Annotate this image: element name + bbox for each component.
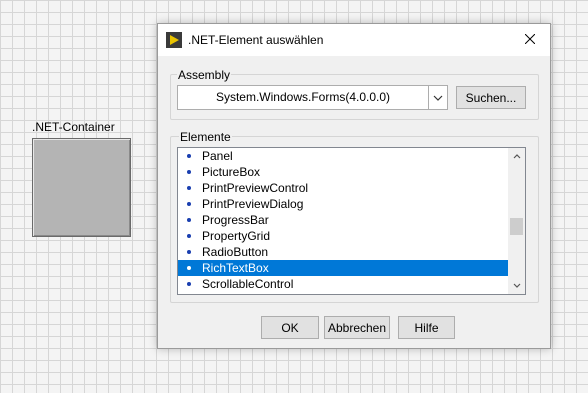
assembly-value: System.Windows.Forms(4.0.0.0) — [215, 90, 391, 104]
bullet-icon — [187, 186, 191, 190]
list-item-label: PrintPreviewControl — [202, 181, 309, 195]
list-item-label: ScrollableControl — [202, 277, 294, 291]
bullet-icon — [187, 218, 191, 222]
list-item-label: PrintPreviewDialog — [202, 197, 304, 211]
bullet-icon — [187, 250, 191, 254]
app-icon — [166, 32, 182, 48]
help-button[interactable]: Hilfe — [398, 316, 455, 339]
bullet-icon — [187, 282, 191, 286]
search-button[interactable]: Suchen... — [456, 86, 526, 109]
close-button[interactable] — [510, 24, 550, 56]
list-item[interactable]: RadioButton — [178, 244, 508, 260]
list-item[interactable]: Panel — [178, 148, 508, 164]
elements-list: Panel PictureBox PrintPreviewControl PrintP… — [178, 148, 508, 292]
select-net-element-dialog: .NET-Element auswählen Assembly System.W… — [157, 23, 551, 349]
ok-button[interactable]: OK — [261, 316, 319, 339]
bullet-icon — [187, 202, 191, 206]
net-container-control[interactable] — [32, 138, 131, 237]
bullet-icon — [187, 170, 191, 174]
list-item-label: PropertyGrid — [202, 229, 271, 243]
list-item[interactable]: PropertyGrid — [178, 228, 508, 244]
list-item[interactable]: PrintPreviewControl — [178, 180, 508, 196]
list-item-label: PictureBox — [202, 165, 261, 179]
bullet-icon — [187, 154, 191, 158]
list-item-label: RichTextBox — [202, 261, 269, 275]
cancel-button[interactable]: Abbrechen — [324, 316, 390, 339]
scrollbar-thumb[interactable] — [510, 218, 523, 235]
list-scrollbar[interactable] — [508, 148, 525, 294]
list-item[interactable]: PictureBox — [178, 164, 508, 180]
close-icon — [524, 33, 536, 47]
list-item[interactable]: PrintPreviewDialog — [178, 196, 508, 212]
scroll-down-icon[interactable] — [508, 277, 525, 294]
list-item[interactable]: ScrollableControl — [178, 276, 508, 292]
assembly-dropdown[interactable]: System.Windows.Forms(4.0.0.0) — [177, 85, 448, 110]
list-item[interactable]: RichTextBox — [178, 260, 508, 276]
net-container-label: .NET-Container — [32, 120, 115, 134]
elements-listbox[interactable]: Panel PictureBox PrintPreviewControl PrintP… — [177, 147, 526, 295]
list-item-label: RadioButton — [202, 245, 269, 259]
list-item-label: Panel — [202, 149, 233, 163]
dialog-title: .NET-Element auswählen — [188, 33, 324, 47]
elements-label: Elemente — [179, 130, 232, 144]
bullet-icon — [187, 234, 191, 238]
assembly-label: Assembly — [177, 68, 232, 82]
scroll-up-icon[interactable] — [508, 148, 525, 165]
list-item[interactable]: ProgressBar — [178, 212, 508, 228]
chevron-down-icon[interactable] — [428, 86, 447, 109]
dialog-titlebar: .NET-Element auswählen — [158, 24, 550, 56]
bullet-icon — [187, 266, 191, 270]
list-item-label: ProgressBar — [202, 213, 269, 227]
